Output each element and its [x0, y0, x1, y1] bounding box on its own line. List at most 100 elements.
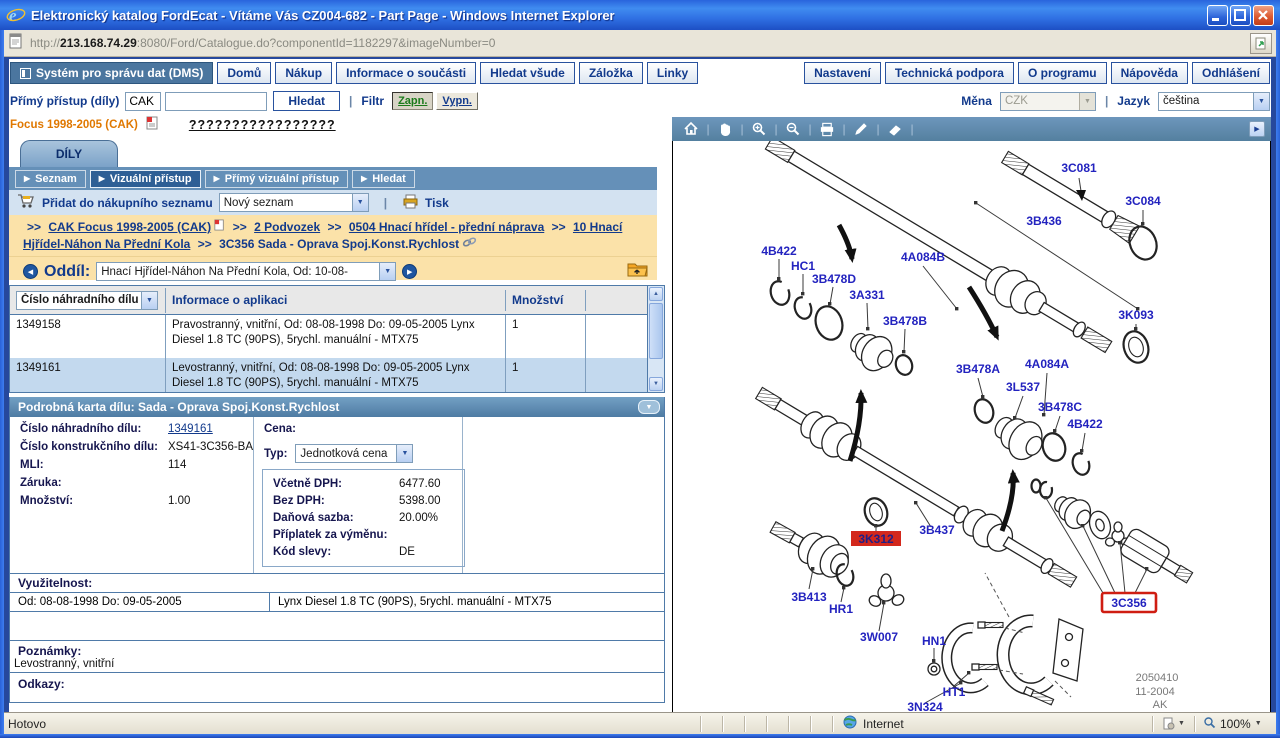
part-label[interactable]: 3B478B: [883, 314, 927, 328]
placeholder-link[interactable]: ?????????????????: [189, 118, 336, 132]
search-input[interactable]: [165, 92, 267, 111]
cart-icon: [17, 193, 36, 212]
chevron-down-icon: ▼: [1079, 93, 1095, 110]
scroll-up-icon[interactable]: ▲: [649, 287, 663, 301]
nav-home-button[interactable]: Domů: [217, 62, 271, 84]
table-row[interactable]: 1349158 Pravostranný, vnitřní, Od: 08-08…: [10, 315, 664, 358]
go-button[interactable]: [1250, 33, 1272, 54]
nav-support-button[interactable]: Technická podpora: [885, 62, 1014, 84]
direct-access-label: Přímý přístup (díly): [10, 94, 119, 108]
part-label[interactable]: 4A084A: [1025, 357, 1069, 371]
zoom-out-icon[interactable]: [782, 120, 804, 138]
nav-part-info-button[interactable]: Informace o součásti: [336, 62, 476, 84]
mli-value: 114: [168, 459, 186, 471]
panel-next-icon[interactable]: ▶: [1249, 121, 1265, 137]
filter-label: Filtr: [361, 94, 384, 108]
part-label[interactable]: 3B478A: [956, 362, 1000, 376]
part-label[interactable]: 3C081: [1061, 161, 1097, 175]
nav-dms-button[interactable]: Systém pro správu dat (DMS): [10, 62, 213, 84]
breadcrumb-hnaci-hridel[interactable]: 0504 Hnací hřídel - přední náprava: [349, 220, 544, 234]
add-to-list-label[interactable]: Přidat do nákupního seznamu: [42, 196, 213, 210]
subtab-hledat[interactable]: ▶Hledat: [352, 170, 415, 188]
part-label[interactable]: 3B436: [1026, 214, 1062, 228]
filter-on-button[interactable]: Zapn.: [392, 92, 433, 110]
table-row-selected[interactable]: 1349161 Levostranný, vnitřní, Od: 08-08-…: [10, 358, 664, 392]
nav-logout-button[interactable]: Odhlášení: [1192, 62, 1270, 84]
part-label[interactable]: 4A084B: [901, 250, 945, 264]
document-icon[interactable]: [146, 116, 159, 135]
part-label[interactable]: 3N324: [907, 700, 943, 712]
part-number-link[interactable]: 1349161: [168, 423, 213, 435]
part-label[interactable]: HC1: [791, 259, 815, 273]
zoom-control[interactable]: 100% ▼: [1194, 716, 1280, 732]
print-icon[interactable]: [816, 120, 838, 138]
part-label[interactable]: HT1: [943, 685, 966, 699]
part-label[interactable]: 3B478C: [1038, 400, 1082, 414]
section-select[interactable]: Hnací Hjřídel-Náhon Na Přední Kola, Od: …: [96, 262, 396, 281]
part-label[interactable]: 3W007: [860, 630, 898, 644]
part-label[interactable]: 3L537: [1006, 380, 1040, 394]
part-label[interactable]: 4B422: [1067, 417, 1103, 431]
section-next-button[interactable]: ▶: [402, 264, 417, 279]
nav-bookmark-button[interactable]: Záložka: [579, 62, 643, 84]
part-label-highlighted[interactable]: 3K312: [851, 531, 901, 546]
currency-select[interactable]: CZK▼: [1000, 92, 1096, 111]
filter-off-button[interactable]: Vypn.: [436, 92, 478, 110]
part-label[interactable]: 3A331: [849, 288, 885, 302]
folder-up-icon[interactable]: [627, 260, 649, 283]
search-button[interactable]: Hledat: [273, 91, 340, 111]
column-filter-select[interactable]: Číslo náhradního dílu▼: [16, 291, 158, 310]
draw-pencil-icon[interactable]: [850, 120, 872, 138]
breadcrumb-podvozek[interactable]: 2 Podvozek: [254, 220, 320, 234]
parts-diagram[interactable]: 3C081 3C084 3B436 3K093 4B422 HC1 3B478D…: [673, 141, 1270, 712]
url-field[interactable]: http://213.168.74.29:8080/Ford/Catalogue…: [30, 33, 1244, 54]
part-label[interactable]: HN1: [922, 634, 946, 648]
nav-about-button[interactable]: O programu: [1018, 62, 1107, 84]
maximize-button[interactable]: [1230, 5, 1251, 26]
nav-search-all-button[interactable]: Hledat všude: [480, 62, 575, 84]
zoom-in-icon[interactable]: [748, 120, 770, 138]
tab-dily[interactable]: DÍLY: [20, 140, 118, 167]
vehicle-context: Focus 1998-2005 (CAK) ?????????????????: [10, 115, 336, 135]
scrollbar-thumb[interactable]: [649, 303, 663, 359]
subtab-vizualni-pristup[interactable]: ▶Vizuální přístup: [90, 170, 201, 188]
action-row: Přidat do nákupního seznamu Nový seznam▼…: [9, 190, 657, 215]
part-label[interactable]: 3C084: [1125, 194, 1161, 208]
part-label[interactable]: 3B413: [791, 590, 827, 604]
part-label[interactable]: 3B478D: [812, 272, 856, 286]
snap-ring-4B422: [768, 279, 793, 307]
vehicle-label: Focus 1998-2005 (CAK): [10, 119, 138, 131]
nav-help-button[interactable]: Nápověda: [1111, 62, 1188, 84]
pan-hand-icon[interactable]: [714, 120, 736, 138]
shopping-list-select[interactable]: Nový seznam▼: [219, 193, 369, 212]
code-input[interactable]: [125, 92, 161, 111]
close-button[interactable]: [1253, 5, 1274, 26]
discount-code: DE: [399, 544, 415, 561]
part-label[interactable]: 4B422: [761, 244, 797, 258]
nav-purchase-button[interactable]: Nákup: [275, 62, 332, 84]
tripod-housing-3C356: [1118, 527, 1197, 591]
scroll-down-icon[interactable]: ▼: [649, 377, 663, 391]
print-label[interactable]: Tisk: [425, 196, 449, 210]
arrow-right-icon: ▶: [361, 175, 367, 183]
nav-settings-button[interactable]: Nastavení: [804, 62, 881, 84]
minimize-button[interactable]: [1207, 5, 1228, 26]
part-label[interactable]: 3B437: [919, 523, 955, 537]
price-type-select[interactable]: Jednotková cena▼: [295, 444, 413, 463]
protected-mode-cell[interactable]: ▼: [1152, 716, 1194, 732]
part-label-selected[interactable]: 3C356: [1102, 593, 1156, 612]
usability-spec: Lynx Diesel 1.8 TC (90PS), 5rychl. manuá…: [270, 596, 552, 608]
home-icon[interactable]: [680, 120, 702, 138]
language-select[interactable]: čeština▼: [1158, 92, 1270, 111]
table-scrollbar[interactable]: ▲ ▼: [647, 286, 664, 392]
nav-links-button[interactable]: Linky: [647, 62, 698, 84]
link-chain-icon[interactable]: [462, 237, 477, 251]
eraser-icon[interactable]: [884, 120, 906, 138]
breadcrumb-catalog[interactable]: CAK Focus 1998-2005 (CAK): [48, 220, 211, 234]
collapse-card-button[interactable]: ▼: [638, 400, 660, 414]
subtab-primy-vizualni-pristup[interactable]: ▶Přímý vizuální přístup: [205, 170, 348, 188]
subtab-seznam[interactable]: ▶Seznam: [15, 170, 86, 188]
section-prev-button[interactable]: ◀: [23, 264, 38, 279]
part-label[interactable]: 3K093: [1118, 308, 1154, 322]
part-label[interactable]: HR1: [829, 602, 853, 616]
